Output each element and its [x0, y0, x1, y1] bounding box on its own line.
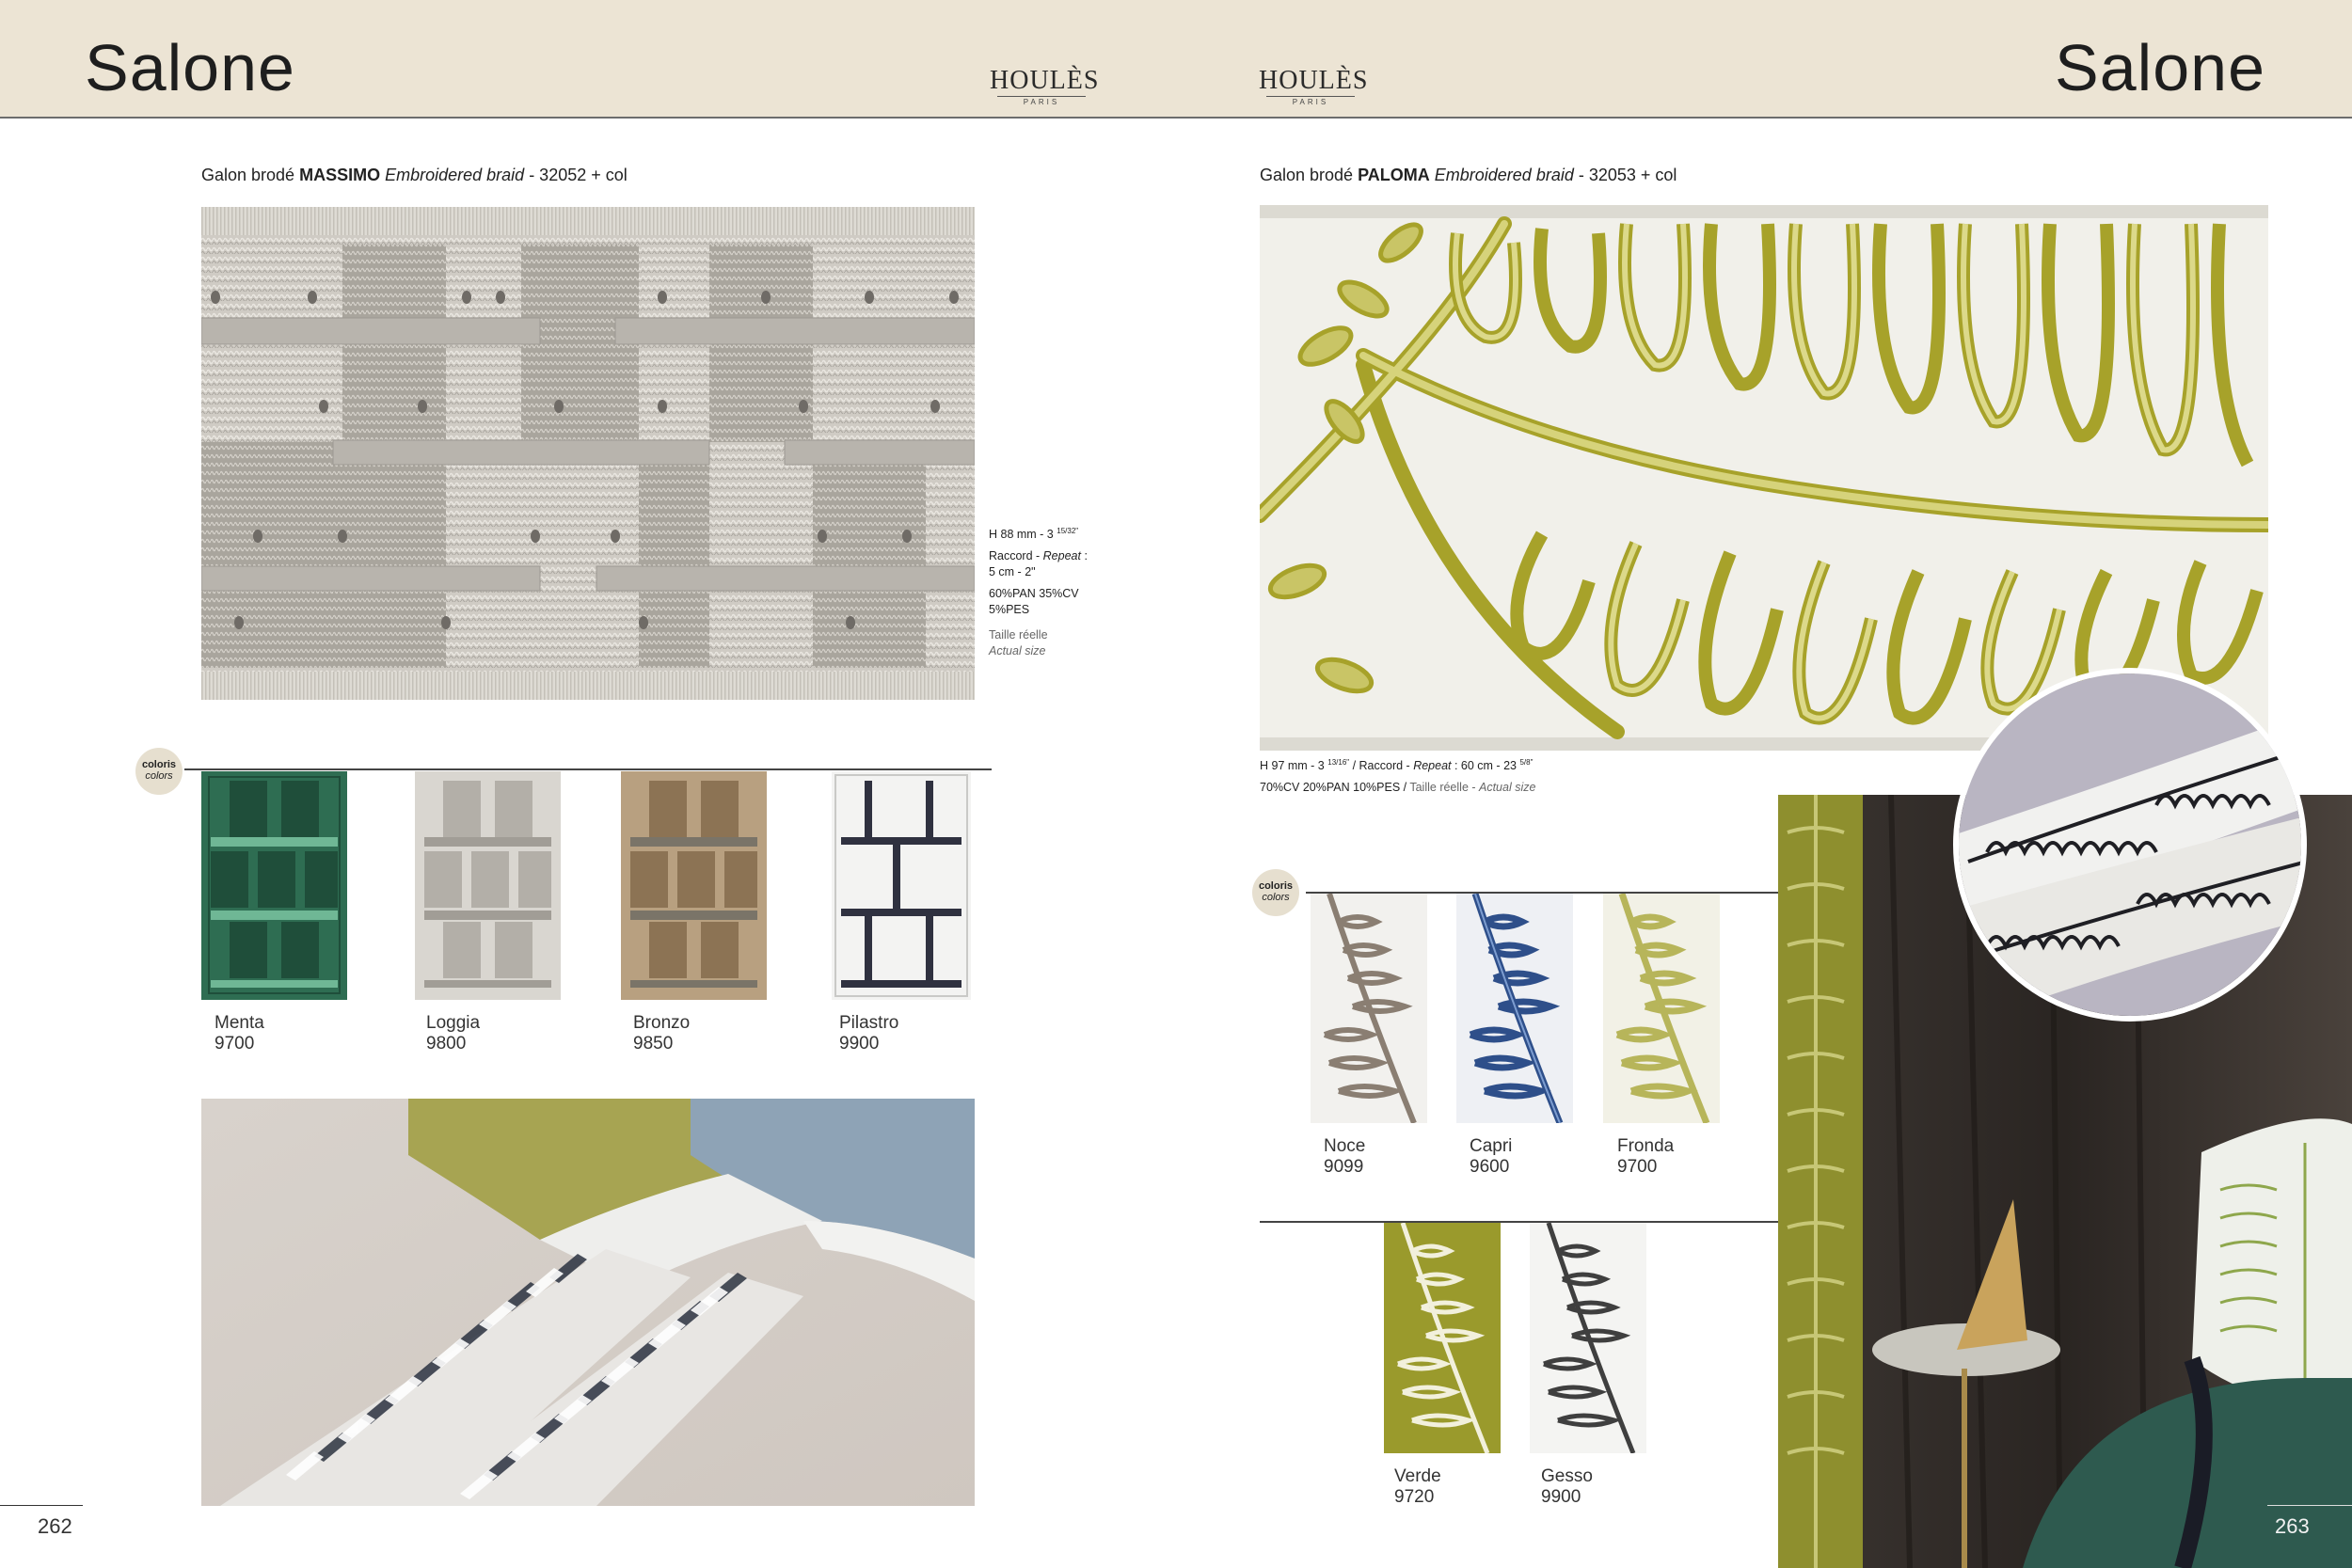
- spec-size-en: Actual size: [1479, 781, 1536, 795]
- swatch-menta: [201, 771, 347, 1000]
- swatch-name: Menta: [215, 1013, 264, 1033]
- spec-repeat-prefix: Raccord -: [989, 549, 1043, 563]
- swatch-code: 9800: [426, 1034, 467, 1053]
- spec-repeat: Raccord - Repeat :: [989, 548, 1102, 564]
- swatch-verde: [1384, 1222, 1501, 1454]
- spec-height-main: H 88 mm - 3: [989, 528, 1054, 542]
- product-title-massimo: Galon brodé MASSIMO Embroidered braid - …: [201, 166, 628, 185]
- swatch-code: 9720: [1394, 1487, 1435, 1507]
- swatch-loggia: [415, 771, 561, 1000]
- swatch-code: 9700: [1617, 1157, 1658, 1177]
- swatch-noce: [1311, 893, 1427, 1125]
- swatch-code: 9700: [215, 1034, 255, 1053]
- logo-brand: HOULÈS: [990, 66, 1100, 95]
- swatch-gesso: [1530, 1222, 1646, 1454]
- coloris-en: colors: [1262, 892, 1290, 903]
- paloma-detail-inset: [1953, 668, 2307, 1022]
- swatch-code: 9850: [633, 1034, 674, 1053]
- swatch-name: Bronzo: [633, 1013, 691, 1033]
- spec-repeat-prefix: / Raccord -: [1349, 759, 1414, 773]
- page-number-left: 262: [38, 1514, 72, 1538]
- spec-size-fr: Taille réelle: [989, 628, 1048, 642]
- swatch-name: Verde: [1394, 1466, 1441, 1486]
- product-ref: - 32053 + col: [1573, 166, 1677, 184]
- swatch-label-capri: Capri 9600: [1470, 1136, 1512, 1178]
- swatch-label-pilastro: Pilastro 9900: [839, 1013, 898, 1054]
- coloris-en: colors: [145, 770, 173, 782]
- page-number-rule: [2267, 1505, 2352, 1506]
- product-english: Embroidered braid: [385, 166, 525, 184]
- header-band: [0, 0, 2352, 117]
- spec-line-2: 70%CV 20%PAN 10%PES / Taille réelle - Ac…: [1260, 780, 1535, 796]
- swatch-code: 9600: [1470, 1157, 1510, 1177]
- spec-repeat-suffix: :: [1080, 549, 1088, 563]
- swatch-pilastro: [832, 771, 971, 1000]
- swatch-label-bronzo: Bronzo 9850: [633, 1013, 690, 1054]
- swatch-bronzo: [621, 771, 767, 1000]
- page-title-left: Salone: [85, 31, 295, 104]
- swatch-name: Capri: [1470, 1136, 1513, 1156]
- page-number-rule: [0, 1505, 83, 1506]
- swatch-label-gesso: Gesso 9900: [1541, 1466, 1593, 1508]
- massimo-specs: H 88 mm - 3 15/32" Raccord - Repeat : 5 …: [989, 523, 1102, 659]
- spec-repeat-value: 5 cm - 2": [989, 565, 1036, 579]
- logo-city: PARIS: [1266, 96, 1355, 106]
- spec-repeat-fraction: 5/8": [1519, 758, 1534, 767]
- spec-composition: 70%CV 20%PAN 10%PES /: [1260, 781, 1410, 795]
- swatch-capri: [1456, 892, 1573, 1125]
- spec-size-fr: Taille réelle -: [1409, 781, 1479, 795]
- product-name: MASSIMO: [299, 166, 381, 184]
- houles-logo-left: HOULÈS PARIS: [990, 66, 1100, 107]
- spec-height-fraction: 13/16": [1327, 758, 1350, 767]
- spec-repeat-value: : 60 cm - 23: [1451, 759, 1517, 773]
- spec-height-fraction: 15/32": [1057, 527, 1079, 535]
- swatch-label-noce: Noce 9099: [1324, 1136, 1365, 1178]
- spec-repeat-en: Repeat: [1413, 759, 1452, 773]
- coloris-divider: [184, 768, 992, 770]
- logo-city: PARIS: [997, 96, 1086, 106]
- coloris-fr: coloris: [1258, 880, 1294, 892]
- swatch-name: Fronda: [1617, 1136, 1675, 1156]
- row-divider: [1260, 1221, 1781, 1223]
- logo-brand: HOULÈS: [1259, 66, 1369, 95]
- swatch-code: 9900: [1541, 1487, 1581, 1507]
- spec-height: H 88 mm - 3 15/32": [989, 523, 1102, 543]
- spec-composition-2: 5%PES: [989, 603, 1030, 617]
- product-title-paloma: Galon brodé PALOMA Embroidered braid - 3…: [1260, 166, 1677, 185]
- spec-size-en: Actual size: [989, 644, 1046, 658]
- product-name: PALOMA: [1358, 166, 1430, 184]
- spec-composition-1: 60%PAN 35%CV: [989, 587, 1079, 601]
- swatch-code: 9900: [839, 1034, 880, 1053]
- coloris-fr: coloris: [141, 759, 177, 770]
- coloris-badge: coloris colors: [1252, 869, 1299, 916]
- product-prefix: Galon brodé: [201, 166, 300, 184]
- header-divider: [0, 117, 2352, 119]
- swatch-fronda: [1603, 892, 1720, 1125]
- page-title-right: Salone: [2055, 31, 2265, 104]
- massimo-ambiance-photo: [201, 1099, 975, 1506]
- swatch-code: 9099: [1324, 1157, 1364, 1177]
- swatch-label-menta: Menta 9700: [215, 1013, 264, 1054]
- swatch-name: Gesso: [1541, 1466, 1593, 1486]
- page-number-right: 263: [2275, 1514, 2310, 1538]
- product-english: Embroidered braid: [1434, 166, 1574, 184]
- spec-height-main: H 97 mm - 3: [1260, 759, 1325, 773]
- spec-line-1: H 97 mm - 3 13/16" / Raccord - Repeat : …: [1260, 754, 1535, 774]
- swatch-name: Pilastro: [839, 1013, 899, 1033]
- swatch-name: Noce: [1324, 1136, 1366, 1156]
- product-ref: - 32052 + col: [524, 166, 628, 184]
- swatch-label-verde: Verde 9720: [1394, 1466, 1441, 1508]
- swatch-label-fronda: Fronda 9700: [1617, 1136, 1674, 1178]
- houles-logo-right: HOULÈS PARIS: [1259, 66, 1369, 107]
- massimo-braid-image: [201, 207, 975, 700]
- swatch-name: Loggia: [426, 1013, 481, 1033]
- swatch-label-loggia: Loggia 9800: [426, 1013, 480, 1054]
- paloma-specs: H 97 mm - 3 13/16" / Raccord - Repeat : …: [1260, 754, 1535, 796]
- spec-repeat-en: Repeat: [1042, 549, 1081, 563]
- coloris-badge: coloris colors: [135, 748, 183, 795]
- product-prefix: Galon brodé: [1260, 166, 1359, 184]
